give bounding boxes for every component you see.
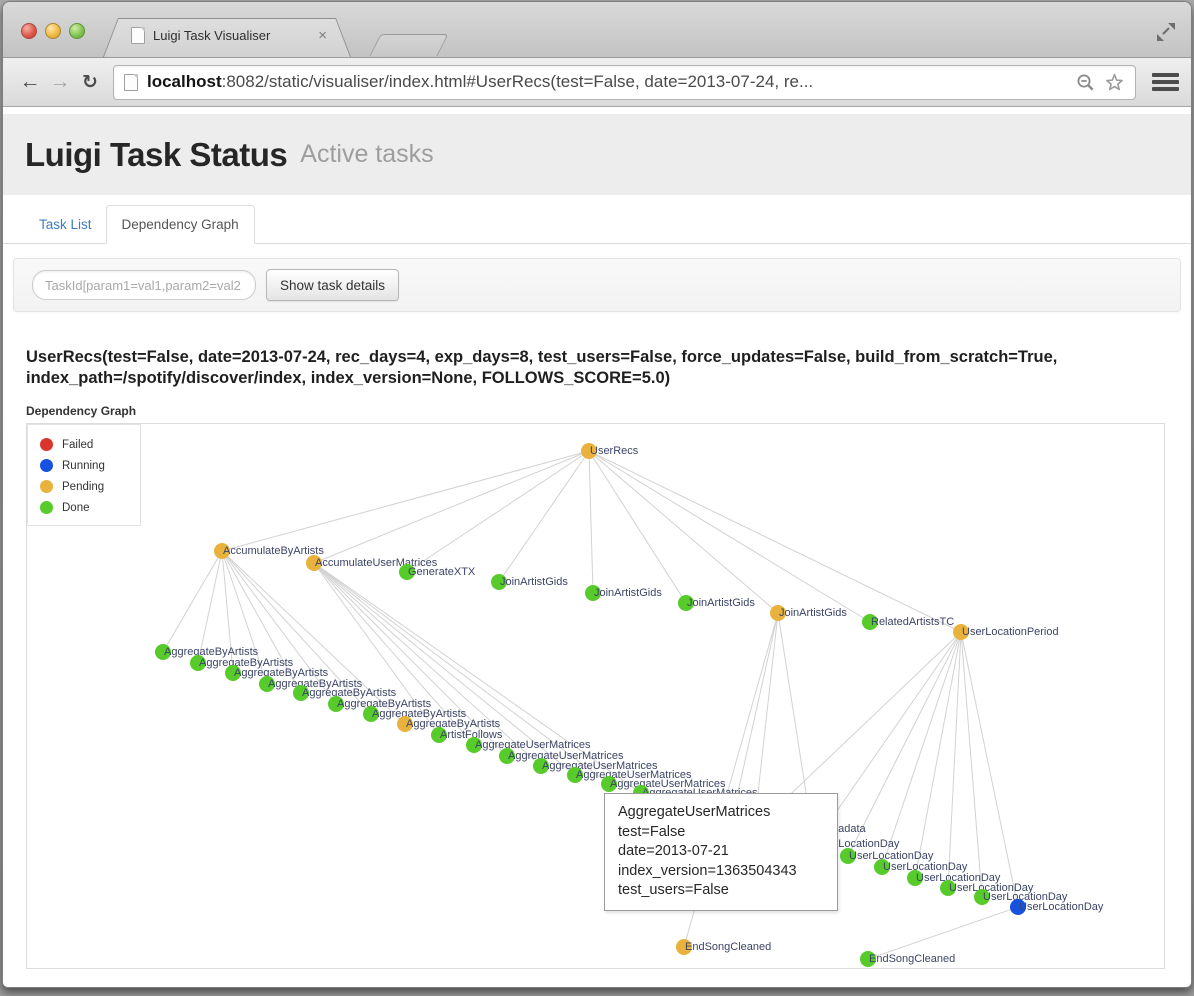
new-tab-button[interactable]: [369, 34, 448, 56]
tooltip-line: AggregateUserMatrices: [618, 803, 824, 823]
dependency-graph-label: Dependency Graph: [26, 404, 1191, 418]
task-tooltip: AggregateUserMatricestest=Falsedate=2013…: [604, 793, 838, 911]
view-tabs: Task List Dependency Graph: [3, 203, 1191, 244]
done-status-dot: [40, 501, 53, 514]
show-task-details-button[interactable]: Show task details: [266, 269, 399, 301]
tab-title: Luigi Task Visualiser: [153, 28, 310, 43]
address-bar[interactable]: localhost:8082/static/visualiser/index.h…: [113, 65, 1136, 100]
url-text: localhost:8082/static/visualiser/index.h…: [147, 72, 1066, 92]
failed-status-dot: [40, 438, 53, 451]
browser-toolbar: ← → ↻ localhost:8082/static/visualiser/i…: [3, 58, 1191, 107]
legend-item: Pending: [40, 476, 140, 497]
legend-item: Failed: [40, 434, 140, 455]
legend-item: Done: [40, 497, 140, 518]
tab-close-icon[interactable]: ×: [318, 29, 327, 43]
forward-button[interactable]: →: [45, 70, 75, 94]
fullscreen-icon[interactable]: [1155, 20, 1177, 44]
legend-label: Running: [62, 460, 105, 472]
zoom-out-icon[interactable]: [1076, 73, 1095, 92]
task-search-panel: Show task details: [13, 258, 1181, 312]
page-favicon: [131, 27, 145, 44]
task-id-input[interactable]: [32, 270, 256, 300]
legend-label: Pending: [62, 481, 104, 493]
tooltip-line: test_users=False: [618, 881, 824, 901]
menu-hamburger-icon[interactable]: [1152, 70, 1179, 94]
browser-titlebar: Luigi Task Visualiser ×: [3, 2, 1191, 58]
browser-tab[interactable]: Luigi Task Visualiser ×: [103, 18, 351, 57]
dependency-graph-canvas: UserRecsAccumulateByArtistsAccumulateUse…: [26, 423, 1165, 969]
task-node-label: GenerateXTX: [408, 566, 475, 578]
browser-window: Luigi Task Visualiser × ← → ↻ localhost:…: [2, 1, 1192, 988]
task-node-label: JoinArtistGids: [687, 597, 755, 609]
url-page-icon: [124, 74, 138, 91]
task-node-label: JoinArtistGids: [779, 607, 847, 619]
task-node-label: AccumulateByArtists: [223, 545, 324, 557]
task-node-label: EndSongCleaned: [869, 953, 955, 965]
reload-button[interactable]: ↻: [75, 71, 105, 94]
task-title: UserRecs(test=False, date=2013-07-24, re…: [26, 347, 1167, 389]
status-legend: Failed Running Pending Done: [27, 424, 141, 526]
task-node-label: RelatedArtistsTC: [871, 616, 954, 628]
task-node-label: JoinArtistGids: [594, 587, 662, 599]
task-node-label: UserLocationPeriod: [962, 626, 1059, 638]
tooltip-line: date=2013-07-21: [618, 842, 824, 862]
tab-task-list[interactable]: Task List: [25, 206, 106, 243]
back-button[interactable]: ←: [15, 70, 45, 94]
bookmark-star-icon[interactable]: [1105, 73, 1125, 92]
pending-status-dot: [40, 480, 53, 493]
task-node-label: UserRecs: [590, 445, 638, 457]
luigi-page: Luigi Task Status Active tasks Task List…: [3, 107, 1191, 987]
tooltip-line: test=False: [618, 823, 824, 843]
close-window-button[interactable]: [21, 23, 37, 39]
window-controls: [21, 23, 85, 39]
legend-item: Running: [40, 455, 140, 476]
task-node-label: EndSongCleaned: [685, 941, 771, 953]
legend-label: Done: [62, 502, 90, 514]
zoom-window-button[interactable]: [69, 23, 85, 39]
tooltip-line: index_version=1363504343: [618, 862, 824, 882]
task-node-label: UserLocationDay: [1019, 901, 1103, 913]
task-node-label: JoinArtistGids: [500, 576, 568, 588]
minimize-window-button[interactable]: [45, 23, 61, 39]
tab-dependency-graph[interactable]: Dependency Graph: [106, 205, 255, 244]
running-status-dot: [40, 459, 53, 472]
page-header: Luigi Task Status Active tasks: [3, 114, 1191, 195]
page-title: Luigi Task Status: [25, 136, 287, 174]
page-subtitle: Active tasks: [300, 140, 433, 169]
legend-label: Failed: [62, 439, 93, 451]
